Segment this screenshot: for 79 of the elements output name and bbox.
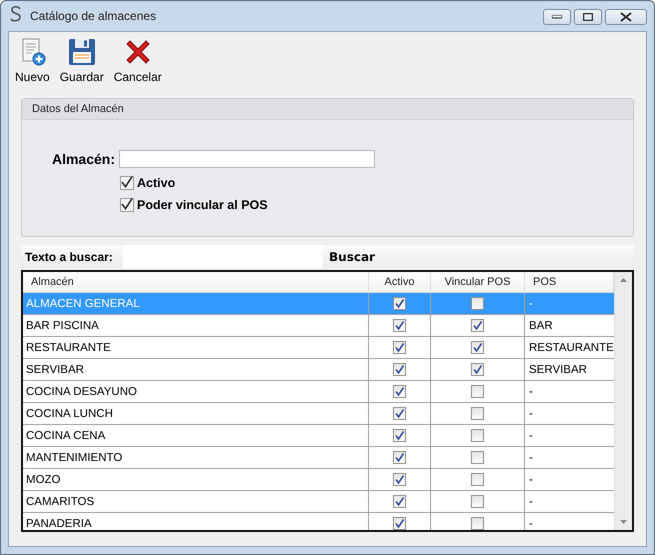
checkbox[interactable] (471, 473, 484, 486)
save-button[interactable]: Guardar (58, 36, 106, 84)
checkbox[interactable] (393, 495, 406, 508)
new-button[interactable]: Nuevo (13, 36, 52, 84)
table-cell-text: - (528, 472, 534, 488)
checkbox[interactable]: Poder vincular al POS (120, 198, 633, 212)
cancel-button[interactable]: Cancelar (112, 36, 164, 84)
table-cell-text: - (528, 296, 534, 312)
table-cell: MOZO (23, 469, 369, 490)
checkbox[interactable] (471, 495, 484, 508)
checkbox[interactable] (471, 319, 484, 332)
minimize-button[interactable] (543, 9, 571, 25)
table-row[interactable]: BAR PISCINA BAR (23, 315, 614, 337)
scrollbar[interactable] (614, 272, 632, 530)
table-row[interactable]: COCINA LUNCH - (23, 403, 614, 425)
window-title: Catálogo de almacenes (30, 9, 156, 23)
maximize-button[interactable] (574, 9, 602, 25)
table-cell-text: BAR (528, 318, 554, 334)
checkbox[interactable] (393, 407, 406, 420)
table-cell-text: - (528, 494, 534, 510)
checkbox[interactable] (393, 451, 406, 464)
table-cell: COCINA CENA (23, 425, 369, 446)
checkbox[interactable] (393, 297, 406, 310)
checkbox[interactable] (471, 407, 484, 420)
column-header[interactable]: Activo (369, 272, 431, 292)
checkbox[interactable] (393, 517, 406, 530)
table-cell-text: - (528, 450, 534, 466)
checkbox[interactable] (393, 473, 406, 486)
table-cell-text: - (528, 384, 534, 400)
table-cell-text: - (528, 516, 534, 530)
checkbox[interactable] (471, 341, 484, 354)
checkbox[interactable] (471, 297, 484, 310)
table-cell: BAR PISCINA (23, 315, 369, 336)
table-row[interactable]: CAMARITOS - (23, 491, 614, 513)
close-icon (620, 12, 632, 22)
table-cell-text: SERVIBAR (528, 362, 588, 378)
search-label: Texto a buscar: (24, 250, 114, 264)
scroll-up-icon[interactable] (620, 278, 627, 282)
table-row[interactable]: RESTAURANTE RESTAURANTE (23, 337, 614, 359)
column-header[interactable]: Almacén (23, 272, 369, 292)
table-cell: SERVIBAR (23, 359, 369, 380)
table-row[interactable]: COCINA CENA - (23, 425, 614, 447)
table-cell: COCINA LUNCH (23, 403, 369, 424)
checkbox[interactable] (393, 319, 406, 332)
close-button[interactable] (605, 9, 647, 25)
table-cell-text: - (528, 428, 534, 444)
maximize-icon (583, 13, 593, 21)
search-button[interactable]: Buscar (323, 245, 381, 268)
table-row[interactable]: MANTENIMIENTO - (23, 447, 614, 469)
checkbox[interactable]: Activo (120, 176, 633, 190)
table-row[interactable]: PANADERIA - (23, 513, 614, 530)
group-title: Datos del Almacén (32, 103, 124, 115)
checkbox[interactable] (471, 429, 484, 442)
checkbox[interactable] (471, 385, 484, 398)
field-label: Almacén: (50, 151, 115, 167)
checkbox[interactable] (471, 363, 484, 376)
checkbox[interactable] (471, 517, 484, 530)
checkbox[interactable] (393, 341, 406, 354)
table-cell: MANTENIMIENTO (23, 447, 369, 468)
table-cell: RESTAURANTE (23, 337, 369, 358)
checkbox[interactable] (393, 363, 406, 376)
checkbox-box[interactable] (120, 198, 134, 212)
table-cell-text: - (528, 406, 534, 422)
checkbox[interactable] (393, 385, 406, 398)
checkbox[interactable] (393, 429, 406, 442)
checkbox[interactable] (471, 451, 484, 464)
table-row[interactable]: MOZO - (23, 469, 614, 491)
table-row[interactable]: COCINA DESAYUNO - (23, 381, 614, 403)
table-cell: ALMACEN GENERAL (23, 293, 369, 314)
input-field[interactable] (119, 150, 375, 168)
column-header[interactable]: Vincular POS (431, 272, 525, 292)
minimize-icon (552, 15, 562, 19)
table-cell-text: RESTAURANTE (528, 340, 614, 356)
table-cell: PANADERIA (23, 513, 369, 530)
scroll-down-icon[interactable] (620, 520, 627, 524)
table-row[interactable]: SERVIBAR SERVIBAR (23, 359, 614, 381)
table-cell: COCINA DESAYUNO (23, 381, 369, 402)
table-cell: CAMARITOS (23, 491, 369, 512)
checkbox-box[interactable] (120, 176, 134, 190)
